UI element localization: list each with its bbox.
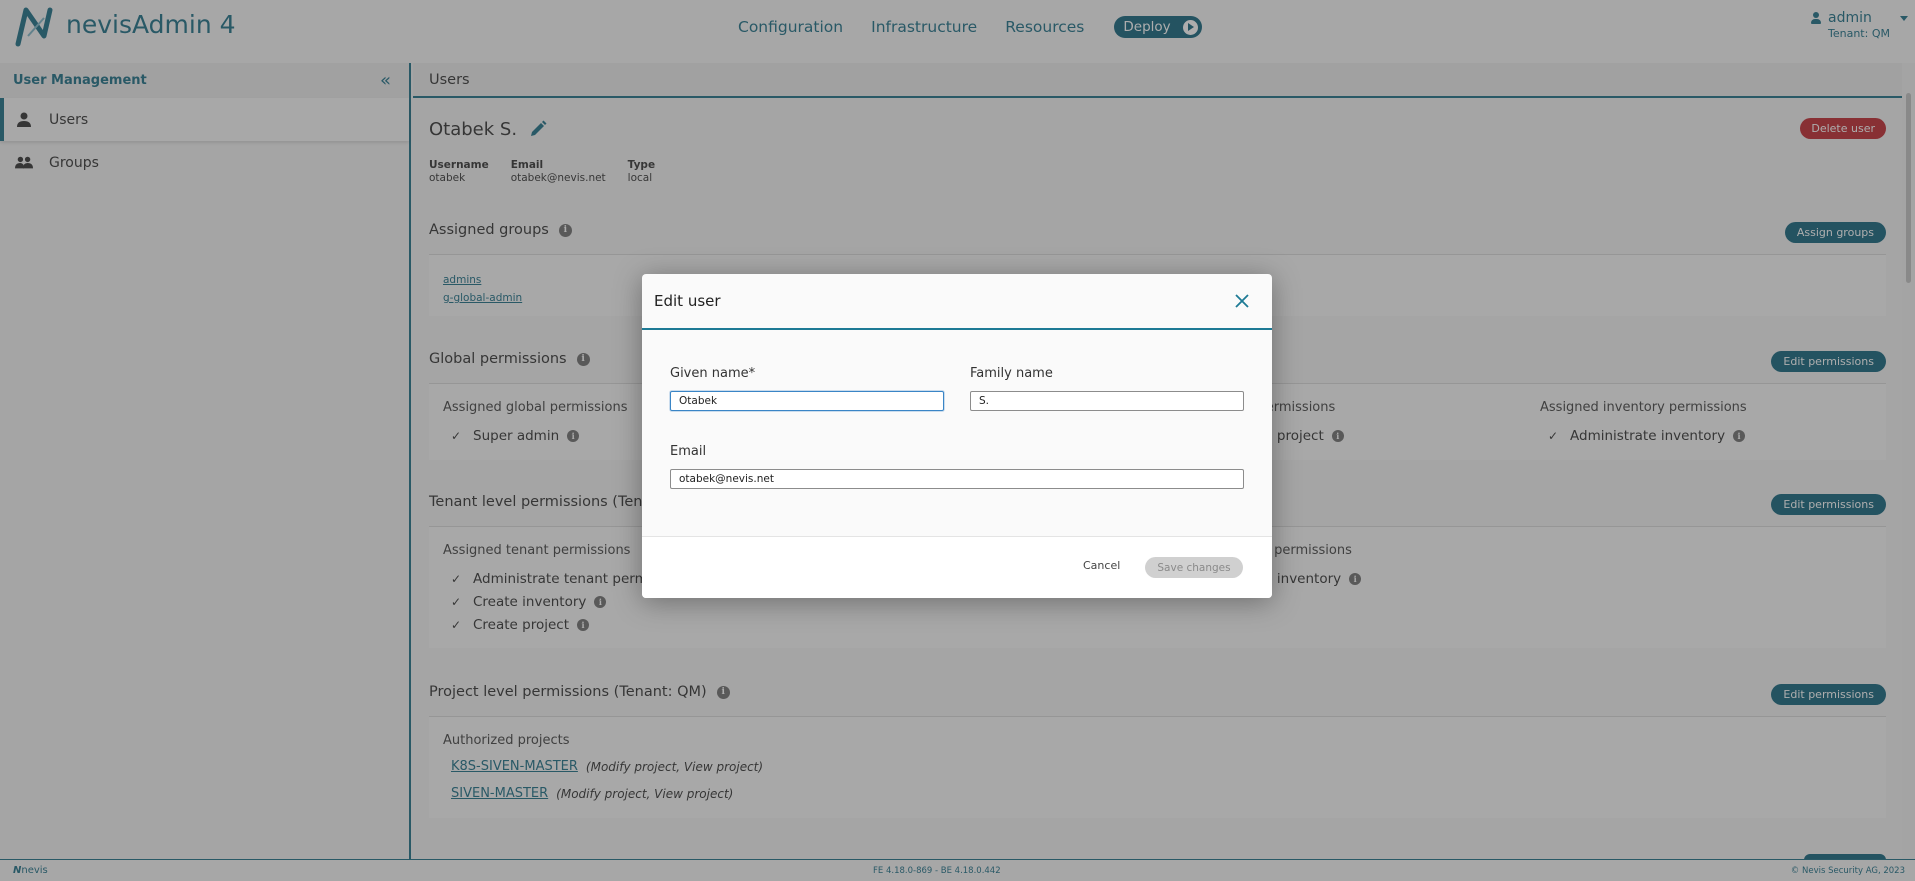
given-name-label: Given name* bbox=[670, 366, 756, 381]
dialog-footer: Cancel Save changes bbox=[642, 536, 1272, 598]
close-icon[interactable] bbox=[1234, 293, 1250, 309]
save-changes-button[interactable]: Save changes bbox=[1145, 557, 1243, 578]
dialog-header: Edit user bbox=[642, 274, 1272, 330]
email-input[interactable] bbox=[670, 469, 1244, 489]
given-name-input[interactable] bbox=[670, 391, 944, 411]
edit-user-dialog: Edit user Given name* Family name Email … bbox=[642, 274, 1272, 598]
dialog-title: Edit user bbox=[654, 292, 721, 310]
email-label: Email bbox=[670, 444, 707, 459]
family-name-input[interactable] bbox=[970, 391, 1244, 411]
cancel-button[interactable]: Cancel bbox=[1083, 559, 1120, 572]
family-name-label: Family name bbox=[970, 366, 1053, 381]
